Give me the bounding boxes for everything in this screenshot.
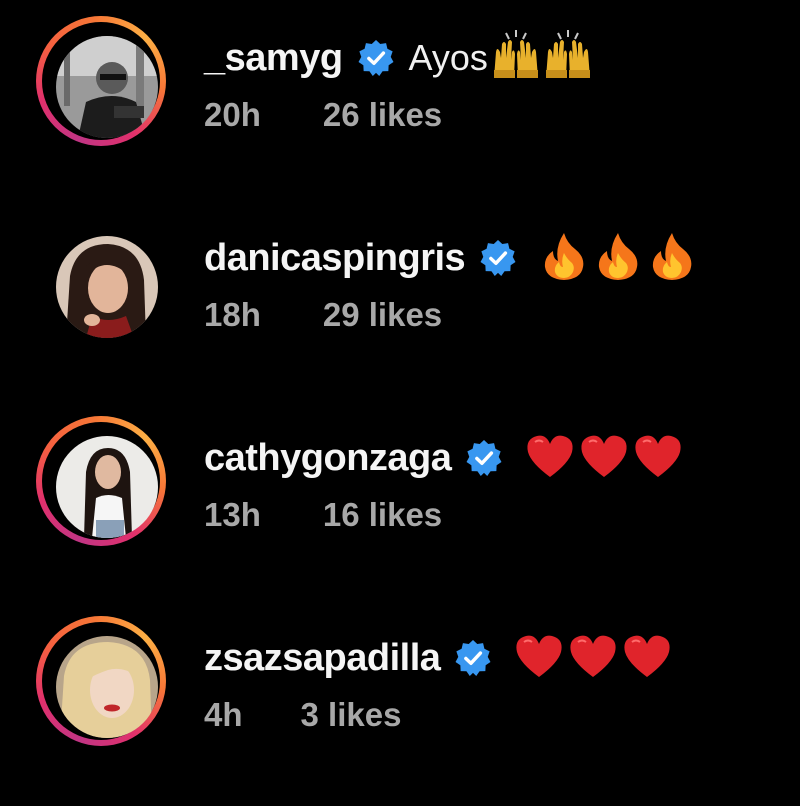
avatar-story-ring[interactable] [36, 416, 166, 546]
comment-likes-count[interactable]: 16 likes [323, 496, 442, 534]
comment-item: cathygonzaga 13h 16 likes [0, 400, 800, 600]
red-heart-icon [633, 433, 683, 484]
verified-badge-icon [479, 239, 517, 277]
fire-icon [649, 231, 695, 286]
avatar[interactable] [56, 236, 158, 338]
comment-timestamp: 4h [204, 696, 243, 733]
comment-timestamp: 13h [204, 496, 261, 533]
fire-icon [541, 231, 587, 286]
comments-list: _samyg Ayos 20h 26 likes danicaspingris … [0, 0, 800, 806]
avatar-story-ring[interactable] [36, 16, 166, 146]
comment-username[interactable]: _samyg [204, 37, 343, 80]
verified-badge-icon [465, 439, 503, 477]
avatar[interactable] [56, 36, 158, 138]
comment-username[interactable]: cathygonzaga [204, 437, 452, 480]
avatar-story-ring[interactable] [36, 616, 166, 746]
comment-text: Ayos [409, 28, 594, 89]
verified-badge-icon [357, 39, 395, 77]
comment-username[interactable]: zsazsapadilla [204, 637, 441, 680]
avatar-ring[interactable] [36, 216, 166, 346]
comment-username[interactable]: danicaspingris [204, 237, 466, 280]
comment-likes-count[interactable]: 29 likes [323, 296, 442, 334]
comment-item: zsazsapadilla 4h 3 likes [0, 600, 800, 800]
comment-timestamp: 20h [204, 96, 261, 133]
comment-item: danicaspingris 18h 29 likes [0, 200, 800, 400]
verified-badge-icon [454, 639, 492, 677]
comment-text-body: Ayos [408, 37, 488, 78]
red-heart-icon [579, 433, 629, 484]
avatar[interactable] [56, 436, 158, 538]
red-heart-icon [514, 633, 564, 684]
comment-likes-count[interactable]: 3 likes [301, 696, 402, 734]
raising-hands-icon [490, 28, 542, 89]
comment-item: _samyg Ayos 20h 26 likes [0, 0, 800, 200]
comment-likes-count[interactable]: 26 likes [323, 96, 442, 134]
avatar[interactable] [56, 636, 158, 738]
red-heart-icon [525, 433, 575, 484]
red-heart-icon [622, 633, 672, 684]
fire-icon [595, 231, 641, 286]
comment-timestamp: 18h [204, 296, 261, 333]
red-heart-icon [568, 633, 618, 684]
raising-hands-icon [542, 28, 594, 89]
